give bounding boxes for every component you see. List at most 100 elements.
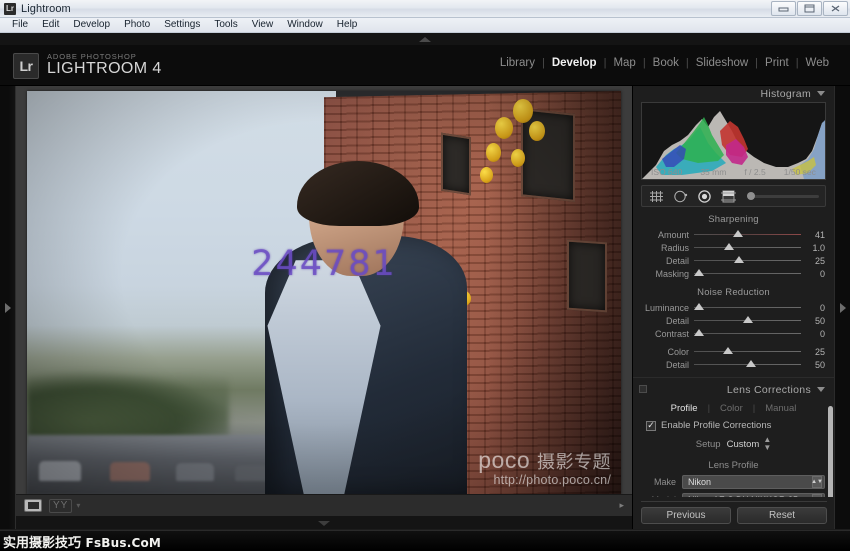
identity-plate[interactable]: Lr ADOBE PHOTOSHOP LIGHTROOM 4	[13, 52, 162, 79]
toolbar-chevron-right-icon[interactable]: ▸	[619, 500, 624, 511]
chevron-right-icon[interactable]	[4, 302, 11, 313]
slider-track[interactable]	[694, 360, 801, 367]
chevron-down-icon[interactable]	[318, 521, 330, 526]
panel-enable-switch[interactable]	[639, 385, 647, 393]
red-eye-correction-icon[interactable]	[696, 189, 713, 204]
enable-profile-corrections-row[interactable]: ✓ Enable Profile Corrections	[642, 416, 825, 431]
lens-make-dropdown[interactable]: Nikon ▲▼	[682, 475, 825, 489]
slider-label: Contrast	[654, 328, 689, 339]
lens-make-label: Make	[653, 477, 676, 487]
photo-car	[38, 460, 81, 481]
right-panel-footer: Previous Reset	[633, 497, 834, 529]
module-library[interactable]: Library	[493, 57, 542, 69]
slider-color[interactable]: Color 25	[642, 345, 825, 358]
slider-value[interactable]: 0	[801, 329, 825, 339]
crop-overlay-icon[interactable]	[648, 189, 665, 204]
histogram[interactable]: ISO 640 35 mm f / 2.5 1/50 sec	[641, 102, 826, 180]
slider-radius[interactable]: Radius 1.0	[642, 241, 825, 254]
slider-luminance-detail[interactable]: Detail 50	[642, 314, 825, 327]
maximize-icon[interactable]	[797, 1, 822, 16]
module-slideshow[interactable]: Slideshow	[689, 57, 755, 69]
app-body: 244781 poco 摄影专题 http://photo.poco.cn/ Y…	[0, 86, 850, 529]
close-icon[interactable]	[823, 1, 848, 16]
lens-corrections-header[interactable]: Lens Corrections	[633, 382, 834, 397]
module-book[interactable]: Book	[646, 57, 686, 69]
chevron-down-icon[interactable]	[817, 91, 825, 96]
photo-car	[234, 464, 269, 481]
setup-row[interactable]: Setup Custom ▲ ▼	[642, 436, 825, 452]
sharpening-title: Sharpening	[708, 214, 759, 225]
module-print[interactable]: Print	[758, 57, 796, 69]
spot-removal-icon[interactable]	[672, 189, 689, 204]
menu-item-view[interactable]: View	[245, 18, 281, 32]
slider-label: Detail	[665, 359, 689, 370]
develop-tool-strip	[641, 185, 826, 207]
previous-button[interactable]: Previous	[641, 507, 731, 524]
slider-value[interactable]: 25	[801, 347, 825, 357]
menu-item-window[interactable]: Window	[280, 18, 330, 32]
menu-item-file[interactable]: File	[5, 18, 35, 32]
menu-item-edit[interactable]: Edit	[35, 18, 66, 32]
slider-track[interactable]	[694, 230, 801, 237]
adjustment-brush-icon[interactable]	[747, 192, 819, 200]
lens-make-row[interactable]: Make Nikon ▲▼	[642, 475, 825, 489]
chevron-down-icon[interactable]: ▾	[76, 501, 80, 510]
filmstrip-toggle-bar[interactable]	[16, 516, 632, 529]
photo-preview[interactable]: 244781 poco 摄影专题 http://photo.poco.cn/	[27, 90, 621, 494]
slider-value[interactable]: 0	[801, 303, 825, 313]
slider-value[interactable]: 50	[801, 316, 825, 326]
slider-amount[interactable]: Amount 41	[642, 228, 825, 241]
left-panel-toggle[interactable]	[0, 86, 16, 529]
chevron-down-icon[interactable]	[817, 387, 825, 392]
noise-reduction-title: Noise Reduction	[697, 287, 770, 298]
menu-item-develop[interactable]: Develop	[66, 18, 117, 32]
slider-color-detail[interactable]: Detail 50	[642, 358, 825, 371]
slider-luminance[interactable]: Luminance 0	[642, 301, 825, 314]
menu-item-tools[interactable]: Tools	[207, 18, 244, 32]
image-canvas[interactable]: 244781 poco 摄影专题 http://photo.poco.cn/	[16, 86, 632, 494]
graduated-filter-icon[interactable]	[720, 189, 737, 204]
flag-label[interactable]: YY	[49, 498, 73, 513]
slider-track[interactable]	[694, 329, 801, 336]
menu-item-photo[interactable]: Photo	[117, 18, 157, 32]
slider-value[interactable]: 50	[801, 360, 825, 370]
slider-value[interactable]: 41	[801, 230, 825, 240]
slider-track[interactable]	[694, 347, 801, 354]
slider-value[interactable]: 25	[801, 256, 825, 266]
lightroom-window: Lr Lightroom File Edit Develop Photo Set…	[0, 0, 850, 551]
stepper-icon[interactable]: ▲ ▼	[763, 436, 771, 452]
module-web[interactable]: Web	[799, 57, 836, 69]
slider-masking[interactable]: Masking 0	[642, 267, 825, 280]
slider-detail[interactable]: Detail 25	[642, 254, 825, 267]
tab-profile[interactable]: Profile	[671, 403, 698, 414]
checkbox-icon[interactable]: ✓	[646, 420, 656, 431]
top-panel-toggle-bar[interactable]	[0, 33, 850, 46]
menu-item-help[interactable]: Help	[330, 18, 365, 32]
tab-color[interactable]: Color	[720, 403, 743, 414]
chevron-up-icon[interactable]	[419, 37, 431, 42]
menu-item-settings[interactable]: Settings	[157, 18, 207, 32]
slider-track[interactable]	[694, 269, 801, 276]
loupe-view-icon[interactable]	[24, 499, 42, 512]
minimize-icon[interactable]	[771, 1, 796, 16]
slider-track[interactable]	[694, 316, 801, 323]
tab-manual[interactable]: Manual	[765, 403, 796, 414]
chevron-right-icon[interactable]	[839, 302, 846, 313]
slider-value[interactable]: 0	[801, 269, 825, 279]
right-panel-toggle[interactable]	[834, 86, 850, 529]
slider-value[interactable]: 1.0	[801, 243, 825, 253]
slider-track[interactable]	[694, 243, 801, 250]
module-develop[interactable]: Develop	[545, 57, 604, 69]
slider-label: Radius	[660, 242, 689, 253]
module-map[interactable]: Map	[606, 57, 642, 69]
slider-track[interactable]	[694, 256, 801, 263]
exif-aperture: f / 2.5	[744, 167, 766, 177]
setup-value[interactable]: Custom	[727, 439, 760, 450]
slider-track[interactable]	[694, 303, 801, 310]
chevron-updown-icon[interactable]: ▲▼	[811, 476, 823, 488]
histogram-exif: ISO 640 35 mm f / 2.5 1/50 sec	[642, 167, 825, 177]
reset-button[interactable]: Reset	[737, 507, 827, 524]
histogram-panel-header[interactable]: Histogram	[633, 86, 834, 101]
slider-luminance-contrast[interactable]: Contrast 0	[642, 327, 825, 340]
slider-label: Color	[667, 346, 689, 357]
